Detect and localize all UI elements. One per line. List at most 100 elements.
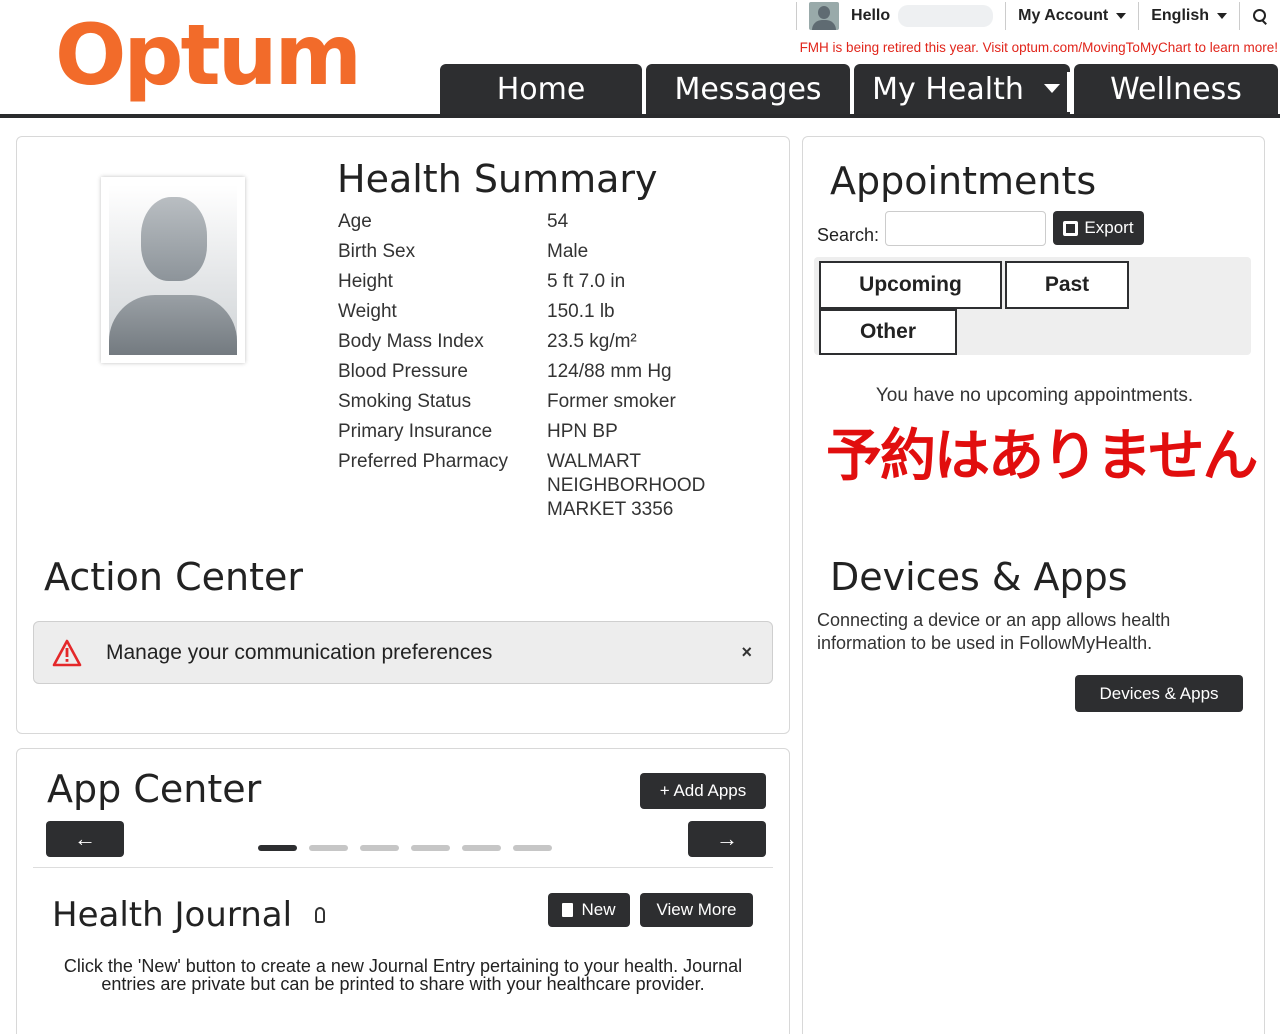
page-header: Optum Hello My Account English FMH is be… (0, 0, 1280, 118)
document-icon (562, 903, 574, 917)
arrow-left-icon: ← (74, 826, 96, 851)
retirement-notice: FMH is being retired this year. Visit op… (799, 40, 1278, 55)
section-divider (33, 867, 773, 868)
carousel-indicators (258, 845, 564, 851)
carousel-dot[interactable] (411, 845, 450, 851)
summary-value: 150.1 lb (547, 301, 615, 322)
language-menu[interactable]: English (1139, 0, 1239, 32)
chevron-down-icon (1217, 13, 1227, 19)
health-summary-panel: Health Summary Age 54 Birth Sex Male Hei… (16, 136, 790, 734)
close-icon[interactable]: × (741, 642, 752, 663)
nav-tab-label: Messages (674, 71, 822, 107)
app-center-panel: App Center + Add Apps ← → Health Journal… (16, 748, 790, 1034)
summary-key: Birth Sex (338, 241, 416, 262)
main-nav: Home Messages My Health Wellness (440, 64, 1280, 114)
top-utility-bar: Hello My Account English (796, 0, 1280, 32)
summary-row: Age 54 (338, 207, 747, 237)
carousel-next-button[interactable]: → (688, 821, 766, 857)
tab-past[interactable]: Past (1005, 261, 1129, 309)
optum-logo[interactable]: Optum (55, 6, 362, 104)
user-avatar-icon (809, 2, 840, 30)
devices-apps-title: Devices & Apps (830, 555, 1128, 599)
alert-message[interactable]: Manage your communication preferences (106, 641, 492, 665)
warning-icon (52, 639, 82, 667)
summary-value: 54 (547, 211, 569, 232)
new-journal-button[interactable]: New (548, 893, 630, 927)
add-apps-button[interactable]: + Add Apps (640, 773, 766, 809)
chevron-down-icon[interactable] (1044, 84, 1060, 93)
journal-description: Click the 'New' button to create a new J… (63, 956, 743, 994)
japanese-annotation: 予約はありません (826, 424, 1258, 489)
appointment-tabs: Upcoming Past Other (814, 257, 1251, 355)
nav-tab-home[interactable]: Home (440, 64, 642, 114)
search-label: Search: (817, 225, 880, 245)
carousel-dot[interactable] (309, 845, 348, 851)
avatar-head (141, 197, 207, 281)
language-label: English (1151, 7, 1209, 24)
summary-row: Body Mass Index 23.5 kg/m² (338, 327, 747, 357)
appointments-panel: Appointments Search: Export Upcoming Pas… (802, 136, 1265, 1034)
search-icon (1252, 8, 1268, 24)
summary-key: Weight (338, 301, 397, 322)
save-icon (1063, 220, 1079, 236)
summary-value: Former smoker (547, 391, 676, 412)
summary-row: Smoking Status Former smoker (338, 387, 747, 417)
health-summary-title: Health Summary (337, 157, 658, 201)
view-more-button[interactable]: View More (640, 893, 753, 927)
carousel-dot[interactable] (258, 845, 297, 851)
devices-apps-button[interactable]: Devices & Apps (1075, 675, 1243, 712)
search-button[interactable] (1240, 0, 1280, 32)
summary-key: Height (338, 271, 393, 292)
profile-photo[interactable] (101, 177, 245, 363)
nav-tab-my-health[interactable]: My Health (854, 64, 1070, 114)
summary-key: Smoking Status (338, 391, 472, 412)
greeting-text: Hello (851, 7, 891, 24)
carousel-dot[interactable] (360, 845, 399, 851)
app-center-title: App Center (47, 767, 262, 811)
summary-key: Body Mass Index (338, 331, 484, 352)
nav-tab-messages[interactable]: Messages (646, 64, 850, 114)
empty-appointments-message: You have no upcoming appointments. (875, 385, 1194, 406)
tab-upcoming[interactable]: Upcoming (819, 261, 1002, 309)
arrow-right-icon: → (716, 826, 738, 851)
summary-value: 5 ft 7.0 in (547, 271, 626, 292)
carousel-dot[interactable] (513, 845, 552, 851)
lightbulb-icon[interactable] (315, 907, 325, 923)
summary-key: Preferred Pharmacy (338, 451, 509, 472)
avatar-body (109, 295, 237, 355)
summary-row: Weight 150.1 lb (338, 297, 747, 327)
summary-value: 23.5 kg/m² (547, 331, 637, 352)
my-account-label: My Account (1018, 7, 1109, 24)
summary-key: Blood Pressure (338, 361, 468, 382)
export-button[interactable]: Export (1053, 211, 1144, 245)
summary-row: Birth Sex Male (338, 237, 747, 267)
nav-tab-label: Home (496, 71, 586, 107)
carousel-prev-button[interactable]: ← (46, 821, 124, 857)
health-summary-table: Age 54 Birth Sex Male Height 5 ft 7.0 in… (338, 207, 747, 522)
summary-value: HPN BP (547, 421, 618, 442)
action-center-title: Action Center (44, 555, 303, 599)
carousel-dot[interactable] (462, 845, 501, 851)
tab-other[interactable]: Other (819, 309, 957, 355)
nav-tab-label: Wellness (1110, 71, 1242, 107)
health-journal-title: Health Journal (52, 895, 293, 935)
redacted-username (898, 5, 994, 27)
summary-row: Preferred Pharmacy WALMART NEIGHBORHOOD … (338, 447, 747, 522)
default-avatar-icon (109, 185, 237, 355)
nav-tab-label: My Health (872, 71, 1024, 107)
summary-key: Age (338, 211, 372, 232)
my-account-menu[interactable]: My Account (1006, 0, 1138, 32)
summary-value: Male (547, 241, 589, 262)
export-label: Export (1084, 218, 1134, 237)
summary-key: Primary Insurance (338, 421, 493, 442)
communication-preferences-alert[interactable]: Manage your communication preferences × (33, 621, 773, 684)
chevron-down-icon (1116, 13, 1127, 19)
user-greeting[interactable]: Hello (797, 0, 1005, 32)
nav-tab-wellness[interactable]: Wellness (1074, 64, 1278, 114)
summary-row: Height 5 ft 7.0 in (338, 267, 747, 297)
dropdown-divider (1067, 72, 1070, 112)
appointments-search-input[interactable] (885, 211, 1046, 246)
summary-value: 124/88 mm Hg (547, 361, 672, 382)
summary-row: Blood Pressure 124/88 mm Hg (338, 357, 747, 387)
appointments-title: Appointments (830, 159, 1097, 203)
